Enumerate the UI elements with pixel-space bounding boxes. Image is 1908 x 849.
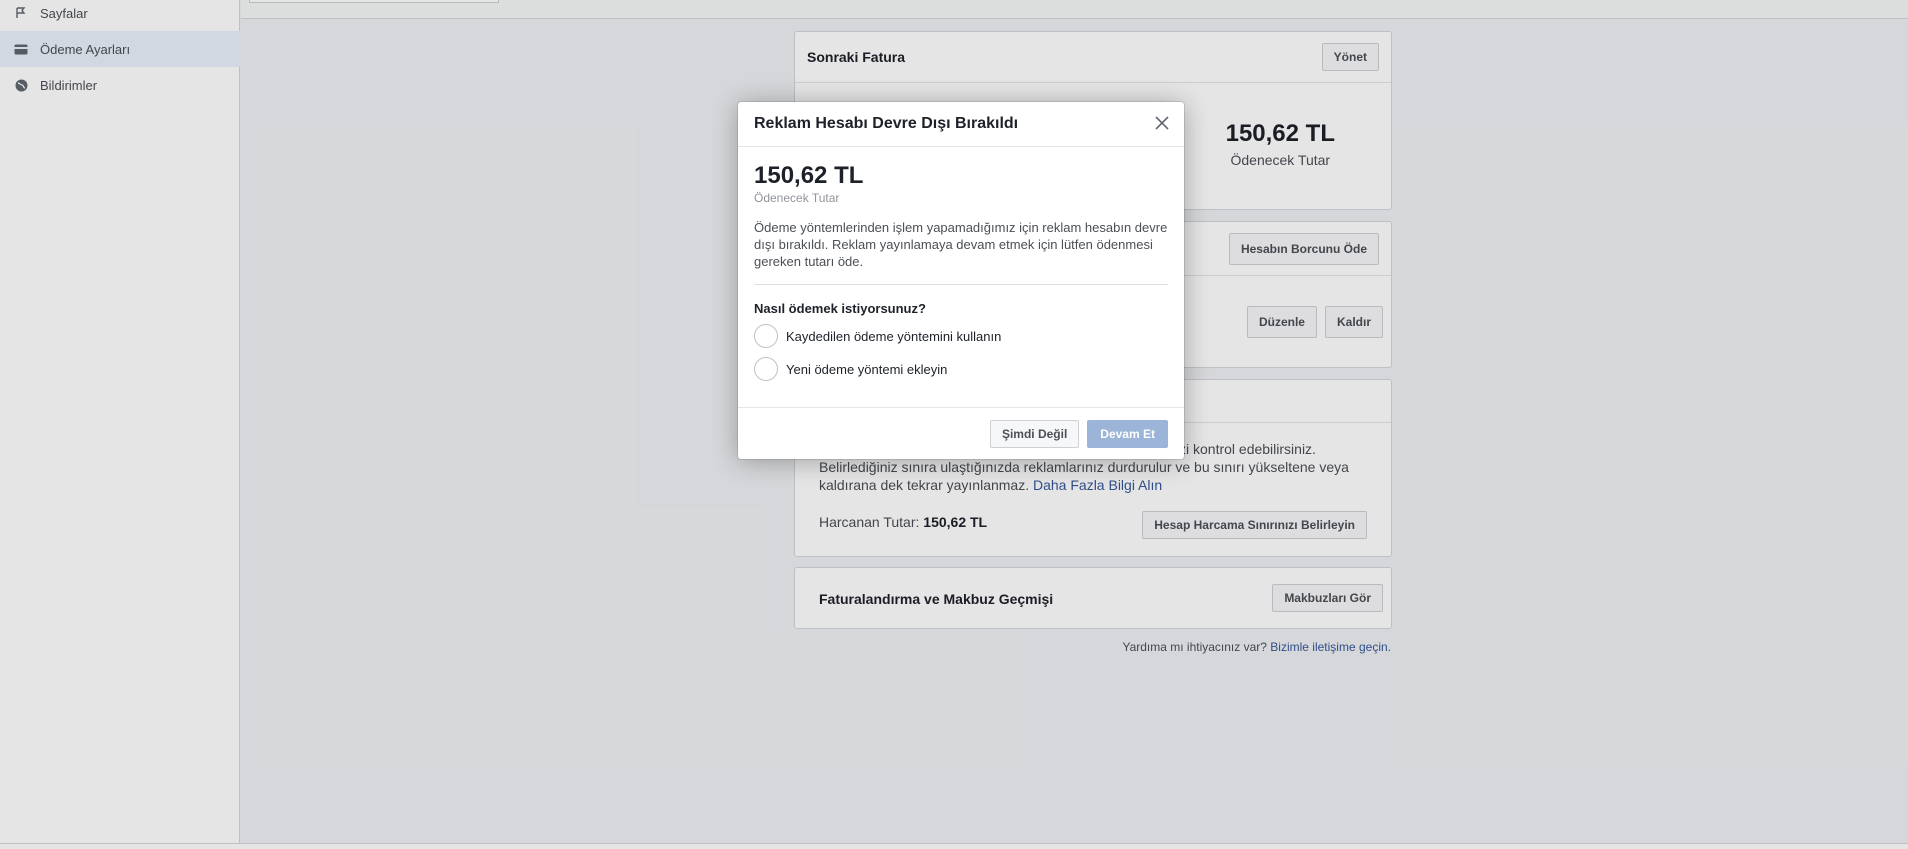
radio-button[interactable] [754, 357, 778, 381]
not-now-button[interactable]: Şimdi Değil [989, 419, 1080, 448]
option-new-payment-method[interactable]: Yeni ödeme yöntemi ekleyin [754, 356, 1168, 382]
dialog-amount-label: Ödenecek Tutar [754, 191, 840, 205]
close-icon[interactable] [1152, 113, 1172, 133]
continue-button[interactable]: Devam Et [1087, 419, 1168, 448]
radio-button[interactable] [754, 324, 778, 348]
account-disabled-dialog: Reklam Hesabı Devre Dışı Bırakıldı 150,6… [738, 102, 1184, 459]
dialog-description: Ödeme yöntemlerinden işlem yapamadığımız… [754, 219, 1168, 285]
payment-question: Nasıl ödemek istiyorsunuz? [754, 301, 926, 316]
option-label: Kaydedilen ödeme yöntemini kullanın [786, 328, 1002, 344]
option-label: Yeni ödeme yöntemi ekleyin [786, 361, 948, 377]
dialog-amount: 150,62 TL [754, 162, 864, 189]
dialog-title: Reklam Hesabı Devre Dışı Bırakıldı [754, 115, 1019, 132]
option-saved-payment-method[interactable]: Kaydedilen ödeme yöntemini kullanın [754, 323, 1168, 349]
